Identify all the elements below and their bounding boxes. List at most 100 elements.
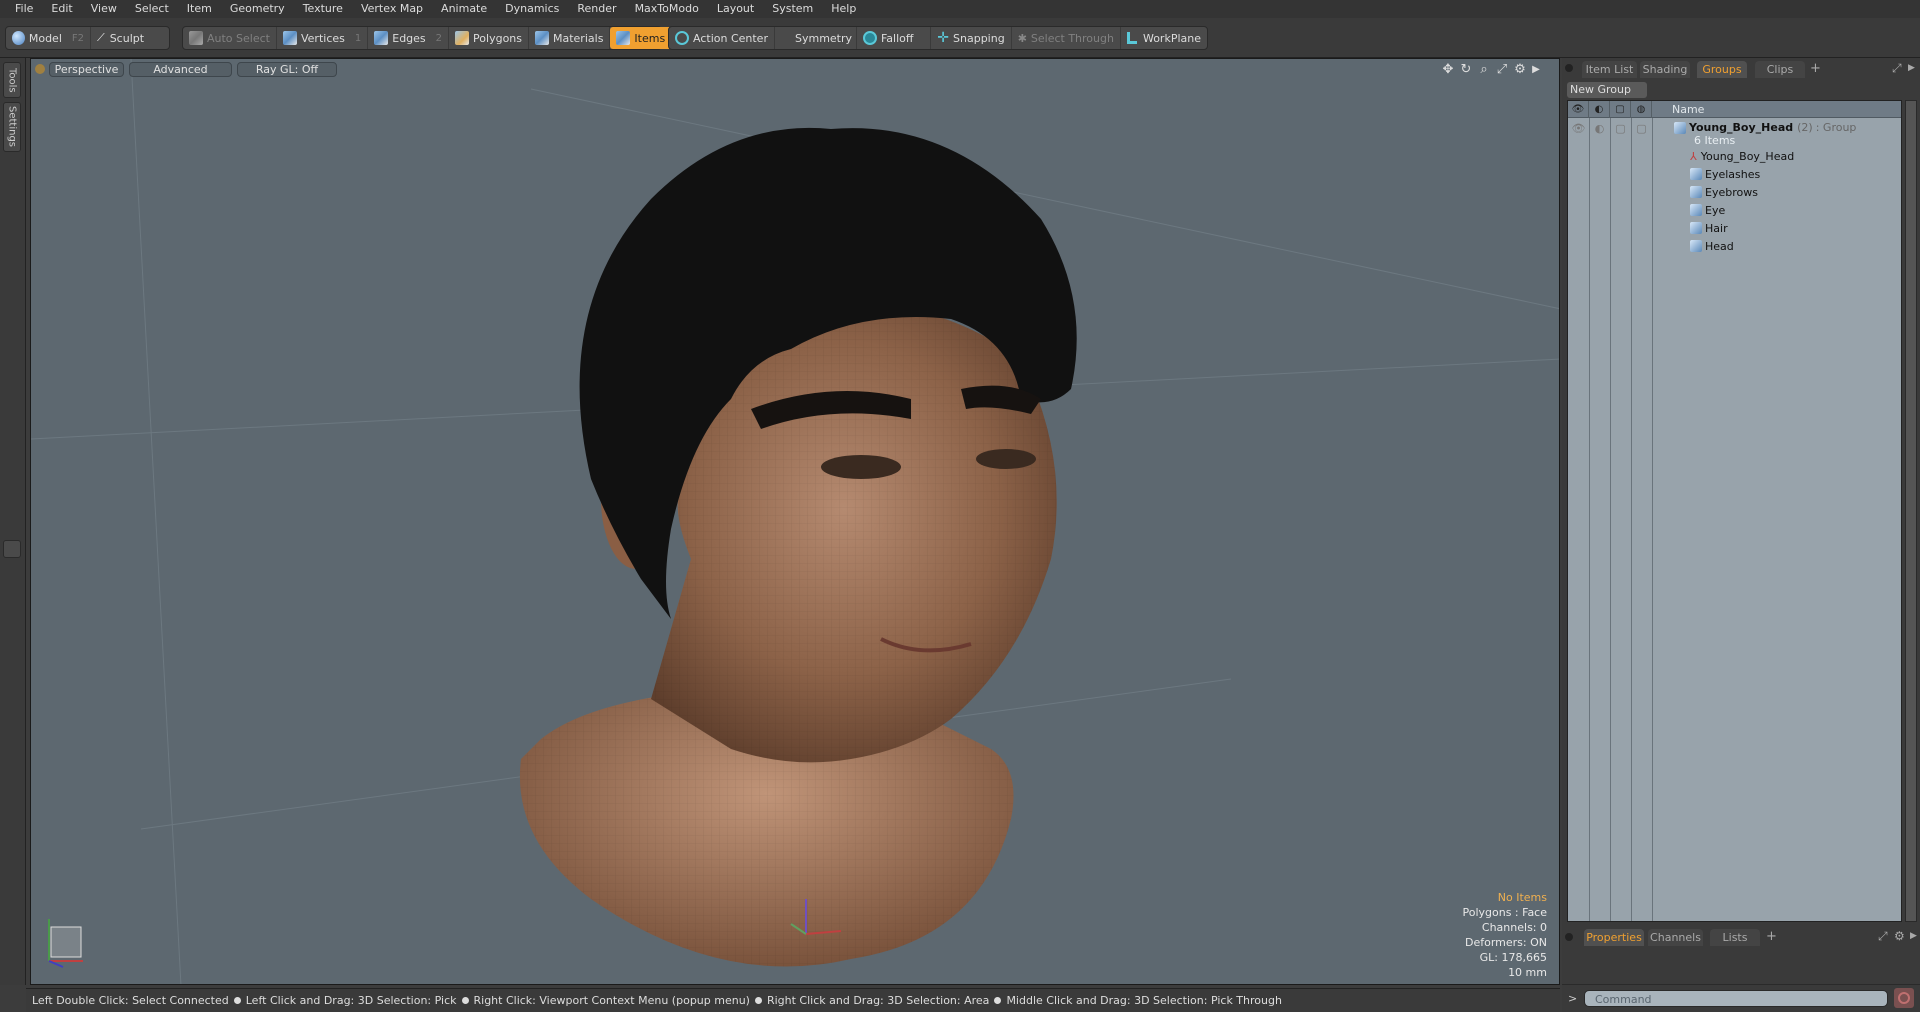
menu-edit[interactable]: Edit (42, 0, 81, 18)
action-center-label: Action Center (693, 31, 768, 45)
tab-properties[interactable]: Properties (1584, 929, 1644, 946)
lock-toggle-icon[interactable]: ▢ (1610, 122, 1631, 135)
tab-item-list[interactable]: Item List (1582, 61, 1637, 78)
tree-scrollbar[interactable] (1905, 100, 1917, 922)
edges-button[interactable]: Edges 2 (368, 27, 450, 49)
menu-select[interactable]: Select (126, 0, 178, 18)
viewport-settings-gear-icon[interactable]: ⚙ (1513, 63, 1527, 77)
symmetry-button[interactable]: Symmetry (775, 27, 857, 49)
select-through-button[interactable]: ✱ Select Through (1012, 27, 1121, 49)
render-column-icon[interactable]: ◐ (1589, 100, 1610, 118)
menu-system[interactable]: System (763, 0, 822, 18)
workplane-button[interactable]: WorkPlane (1121, 27, 1207, 49)
select-toggle-icon[interactable]: ▢ (1631, 122, 1652, 135)
panel-menu-dot-icon[interactable] (1565, 64, 1573, 72)
sculpt-button[interactable]: ⟋ Sculpt (91, 27, 150, 49)
command-prompt-icon: > (1568, 992, 1578, 1005)
maximize-icon[interactable]: ⤢ (1495, 63, 1509, 77)
panel-settings-gear-icon[interactable]: ⚙ (1894, 929, 1905, 943)
visibility-eye-icon[interactable]: 👁 (1568, 122, 1589, 135)
panel-expand-arrow-icon[interactable]: ▶ (1908, 63, 1915, 73)
zoom-icon[interactable]: ⌕ (1477, 63, 1491, 77)
tab-lists[interactable]: Lists (1710, 929, 1760, 946)
sculpt-brush-icon: ⟋ (97, 31, 105, 44)
tree-item[interactable]: Eye (1568, 201, 1901, 219)
menu-render[interactable]: Render (568, 0, 625, 18)
visibility-column-eye-icon[interactable]: 👁 (1568, 100, 1589, 118)
tab-channels[interactable]: Channels (1648, 929, 1703, 946)
view-orientation-gizmo (48, 919, 83, 968)
tree-item-label: Eyelashes (1705, 167, 1761, 181)
tools-tab[interactable]: Tools (3, 62, 21, 98)
polygons-info: Polygons : Face (1462, 906, 1547, 919)
group-row[interactable]: 👁 ◐ ▢ ▢ Young_Boy_Head (2) : Group 6 Ite… (1568, 119, 1901, 147)
menu-vertex-map[interactable]: Vertex Map (352, 0, 432, 18)
tree-item[interactable]: Eyebrows (1568, 183, 1901, 201)
menu-dynamics[interactable]: Dynamics (496, 0, 568, 18)
new-group-button[interactable]: New Group (1567, 82, 1647, 98)
edges-shortcut: 2 (435, 32, 443, 44)
shading-mode-button[interactable]: Advanced (129, 62, 232, 77)
viewport-expand-arrow-icon[interactable]: ▶ (1529, 63, 1543, 77)
viewport-menu-dot-icon[interactable] (35, 64, 45, 74)
status-hint: Left Double Click: Select Connected (32, 994, 229, 1007)
properties-panel: Properties Channels Lists + ⤢ ⚙ ▶ > Comm… (1562, 926, 1920, 1012)
lock-column-icon[interactable]: ▢ (1610, 100, 1631, 118)
panel-maximize-icon[interactable]: ⤢ (1878, 929, 1888, 944)
vertices-cube-icon (282, 31, 297, 45)
mesh-icon (1690, 186, 1702, 198)
auto-select-button[interactable]: Auto Select (183, 27, 277, 49)
falloff-label: Falloff (880, 31, 914, 45)
menu-item[interactable]: Item (178, 0, 221, 18)
group-name: Young_Boy_Head (1689, 121, 1794, 134)
deformers-info: Deformers: ON (1465, 936, 1547, 949)
settings-tab[interactable]: Settings (3, 102, 21, 152)
menu-texture[interactable]: Texture (294, 0, 352, 18)
tree-item[interactable]: Eyelashes (1568, 165, 1901, 183)
menu-help[interactable]: Help (822, 0, 865, 18)
panel-menu-dot-icon[interactable] (1565, 933, 1573, 941)
materials-button[interactable]: Materials (529, 27, 611, 49)
add-tab-plus-icon[interactable]: + (1810, 61, 1821, 76)
tab-groups[interactable]: Groups (1697, 61, 1747, 78)
head-model[interactable] (519, 127, 1077, 967)
edges-label: Edges (392, 31, 426, 45)
rotate-icon[interactable]: ↻ (1459, 63, 1473, 77)
pan-icon[interactable]: ✥ (1441, 63, 1455, 77)
strip-toggle-button[interactable] (3, 540, 21, 558)
select-column-icon[interactable]: ◍ (1631, 100, 1652, 118)
falloff-button[interactable]: Falloff (857, 27, 932, 49)
snapping-button[interactable]: ✛ Snapping (931, 27, 1012, 49)
tree-item[interactable]: Head (1568, 237, 1901, 255)
command-input[interactable]: Command (1584, 990, 1888, 1007)
model-button[interactable]: Model F2 (6, 27, 91, 49)
tab-clips[interactable]: Clips (1755, 61, 1805, 78)
tree-item[interactable]: Hair (1568, 219, 1901, 237)
status-bar: Left Double Click: Select Connected Left… (26, 988, 1560, 1012)
vertices-label: Vertices (300, 31, 345, 45)
panel-maximize-icon[interactable]: ⤢ (1892, 61, 1902, 76)
menu-view[interactable]: View (82, 0, 126, 18)
menu-animate[interactable]: Animate (432, 0, 496, 18)
raygl-button[interactable]: Ray GL: Off (237, 62, 337, 77)
panel-expand-arrow-icon[interactable]: ▶ (1910, 931, 1917, 941)
mode-group: Model F2 ⟋ Sculpt (5, 26, 170, 50)
gl-info: GL: 178,665 (1479, 951, 1547, 964)
polygons-button[interactable]: Polygons (449, 27, 529, 49)
vertices-button[interactable]: Vertices 1 (277, 27, 369, 49)
tree-item[interactable]: ⅄ Young_Boy_Head (1568, 147, 1901, 165)
group-label: Young_Boy_Head (2) : Group 6 Items (1674, 121, 1856, 147)
action-center-button[interactable]: Action Center (669, 27, 775, 49)
menu-geometry[interactable]: Geometry (221, 0, 294, 18)
render-toggle-icon[interactable]: ◐ (1589, 122, 1610, 135)
menu-maxtomodo[interactable]: MaxToModo (626, 0, 708, 18)
view-mode-button[interactable]: Perspective (49, 62, 124, 77)
menu-file[interactable]: File (6, 0, 42, 18)
add-tab-plus-icon[interactable]: + (1766, 929, 1777, 944)
3d-viewport[interactable]: Perspective Advanced Ray GL: Off ✥ ↻ ⌕ ⤢… (30, 58, 1560, 985)
separator-dot-icon (754, 997, 762, 1004)
tab-shading[interactable]: Shading (1640, 61, 1690, 78)
name-column-header[interactable]: Name (1652, 103, 1704, 116)
menu-layout[interactable]: Layout (708, 0, 763, 18)
command-history-button[interactable] (1894, 988, 1914, 1008)
